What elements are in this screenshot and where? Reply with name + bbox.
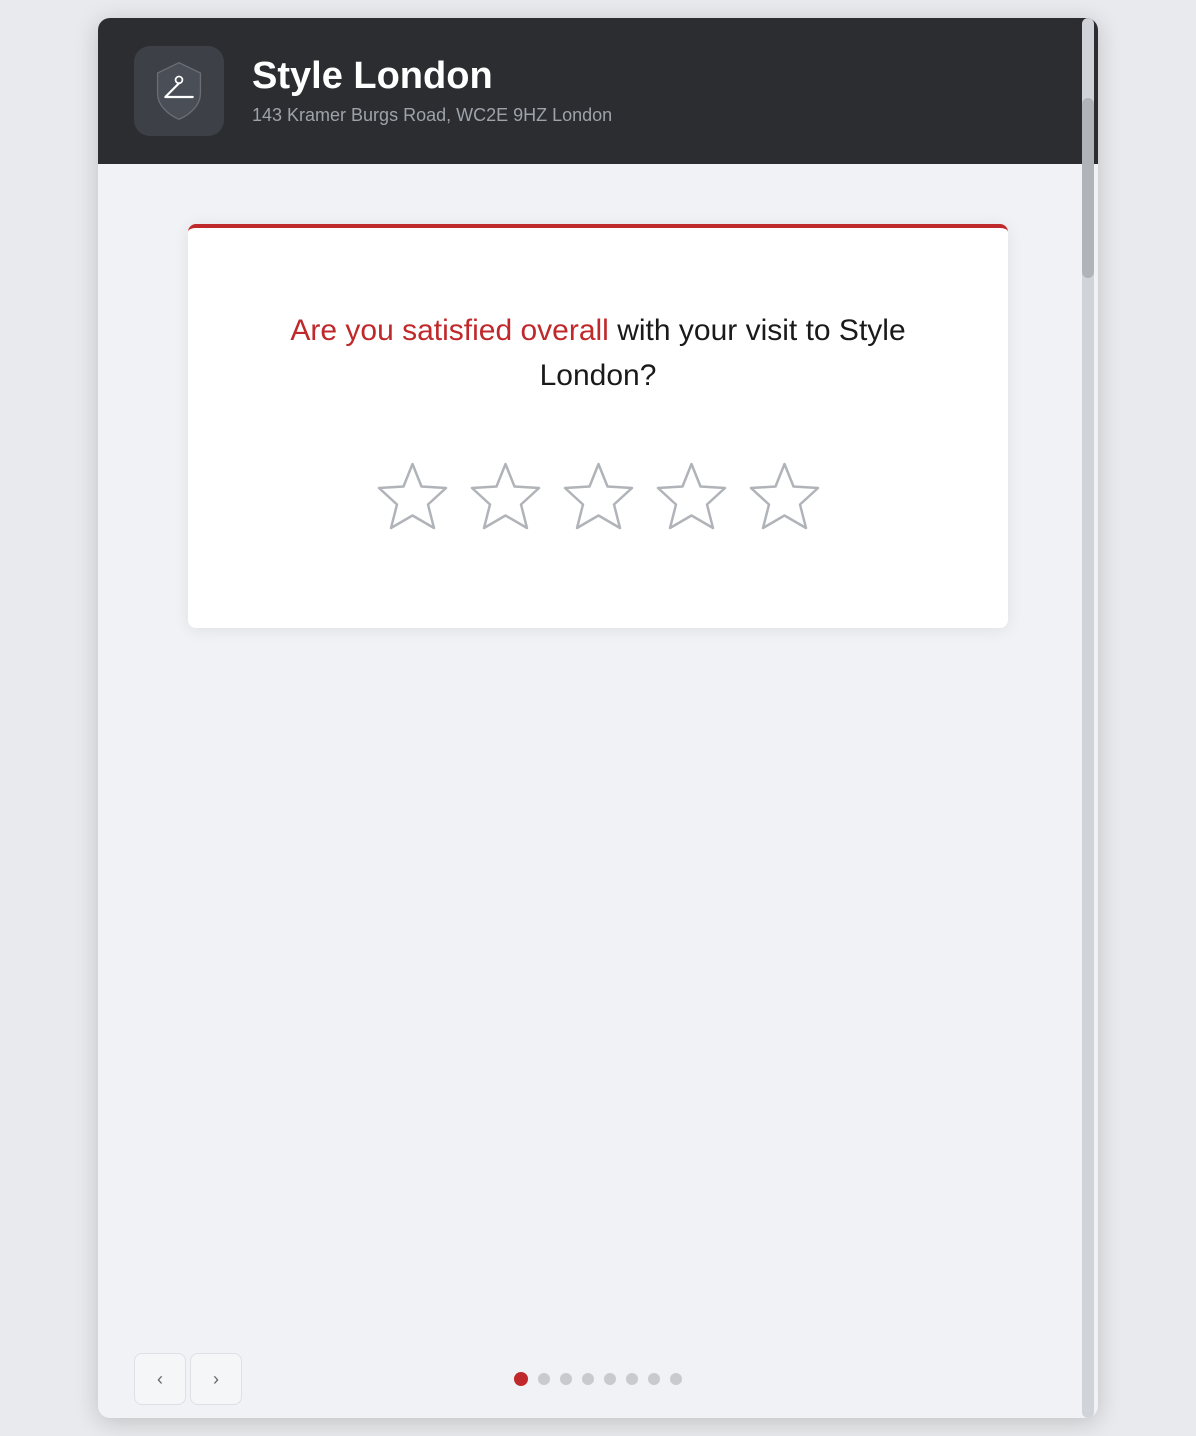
scrollbar-thumb[interactable] <box>1082 98 1094 278</box>
dot-6[interactable] <box>626 1373 638 1385</box>
star-3[interactable] <box>561 458 636 538</box>
survey-question: Are you satisfied overall with your visi… <box>248 308 948 398</box>
dot-2[interactable] <box>538 1373 550 1385</box>
dots-row <box>514 1372 682 1386</box>
star-1[interactable] <box>375 458 450 538</box>
logo-icon <box>149 61 209 121</box>
dot-8[interactable] <box>670 1373 682 1385</box>
star-2[interactable] <box>468 458 543 538</box>
app-header: Style London 143 Kramer Burgs Road, WC2E… <box>98 18 1098 164</box>
dot-1[interactable] <box>514 1372 528 1386</box>
prev-button[interactable]: ‹ <box>134 1353 186 1405</box>
business-name: Style London <box>252 56 612 98</box>
star-4[interactable] <box>654 458 729 538</box>
dot-3[interactable] <box>560 1373 572 1385</box>
dot-5[interactable] <box>604 1373 616 1385</box>
survey-card: Are you satisfied overall with your visi… <box>188 224 1008 628</box>
browser-window: Style London 143 Kramer Burgs Road, WC2E… <box>98 18 1098 1418</box>
next-button[interactable]: › <box>190 1353 242 1405</box>
dot-4[interactable] <box>582 1373 594 1385</box>
main-content: Are you satisfied overall with your visi… <box>98 164 1098 1418</box>
question-highlight: Are you satisfied overall <box>290 314 609 347</box>
star-5[interactable] <box>747 458 822 538</box>
business-address: 143 Kramer Burgs Road, WC2E 9HZ London <box>252 105 612 126</box>
logo-badge <box>134 46 224 136</box>
nav-footer: ‹ › <box>98 1372 1098 1386</box>
dot-7[interactable] <box>648 1373 660 1385</box>
nav-arrows: ‹ › <box>134 1353 242 1405</box>
scrollbar[interactable] <box>1082 18 1094 1418</box>
stars-row <box>375 458 822 538</box>
header-text: Style London 143 Kramer Burgs Road, WC2E… <box>252 56 612 127</box>
